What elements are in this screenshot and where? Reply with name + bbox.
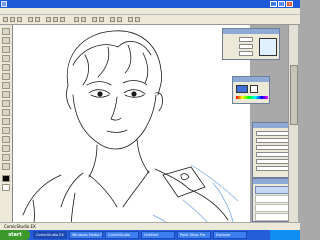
save-file-icon[interactable] [17, 17, 22, 22]
sub-color-swatch[interactable] [250, 85, 258, 93]
color-palette-titlebar[interactable] [233, 77, 269, 82]
select-tool-icon[interactable] [2, 28, 10, 35]
rotate-icon[interactable] [99, 17, 104, 22]
taskbar: start ComicStudio EX Windows Media Playe… [0, 230, 300, 240]
line-tool-icon[interactable] [2, 118, 10, 125]
taskbar-item[interactable]: Untitled [141, 231, 175, 239]
status-bar: ComicStudio EX [0, 222, 300, 230]
window-titlebar: _ □ × [0, 0, 300, 8]
pencil-tool-icon[interactable] [2, 73, 10, 80]
brush-tool-icon[interactable] [2, 91, 10, 98]
shape-tool-icon[interactable] [2, 127, 10, 134]
zoom-out-icon[interactable] [81, 17, 86, 22]
tool-palette [0, 25, 13, 230]
app-icon [1, 1, 7, 7]
zoom-tool-icon[interactable] [2, 55, 10, 62]
toolbar [0, 15, 300, 25]
brush-size-field[interactable] [239, 37, 253, 42]
hand-icon[interactable] [92, 17, 97, 22]
start-button[interactable]: start [0, 230, 30, 240]
vertical-scrollbar[interactable] [288, 25, 298, 230]
brush-size-palette [222, 28, 280, 60]
open-file-icon[interactable] [10, 17, 15, 22]
eraser-tool-icon[interactable] [2, 100, 10, 107]
ruler-icon[interactable] [117, 17, 122, 22]
system-tray-clock [270, 230, 300, 240]
eyedropper-tool-icon[interactable] [2, 163, 10, 170]
redo-icon[interactable] [35, 17, 40, 22]
scrollbar-thumb[interactable] [290, 65, 298, 125]
text-tool-icon[interactable] [2, 136, 10, 143]
color-palette [232, 76, 270, 104]
cut-icon[interactable] [46, 17, 51, 22]
layer-toggle-icon[interactable] [128, 17, 133, 22]
paste-icon[interactable] [60, 17, 65, 22]
marker-tool-icon[interactable] [2, 82, 10, 89]
brush-preview-swatch [259, 38, 277, 56]
minimize-icon: _ [272, 1, 275, 6]
new-file-icon[interactable] [3, 17, 8, 22]
menu-bar [0, 8, 300, 15]
status-text: ComicStudio EX [4, 224, 36, 229]
taskbar-item[interactable]: Explorer [213, 231, 247, 239]
pen-tool-icon[interactable] [2, 64, 10, 71]
tone-tool-icon[interactable] [2, 145, 10, 152]
minimize-button[interactable]: _ [270, 1, 277, 7]
brush-opacity-field[interactable] [239, 44, 253, 49]
line-art-illustration [22, 30, 239, 230]
grid-icon[interactable] [110, 17, 115, 22]
taskbar-item[interactable]: ComicStudio EX [33, 231, 67, 239]
foreground-color-swatch[interactable] [2, 175, 10, 182]
close-icon: × [287, 1, 292, 6]
background-color-swatch[interactable] [2, 184, 10, 191]
drawing-canvas[interactable] [13, 25, 250, 230]
hue-slider[interactable] [236, 96, 268, 99]
move-tool-icon[interactable] [2, 46, 10, 53]
copy-icon[interactable] [53, 17, 58, 22]
maximize-button[interactable]: □ [278, 1, 285, 7]
maximize-icon: □ [279, 1, 284, 6]
palette-titlebar[interactable] [223, 29, 279, 34]
taskbar-item[interactable]: Paint Shop Pro [177, 231, 211, 239]
undo-icon[interactable] [28, 17, 33, 22]
close-button[interactable]: × [286, 1, 293, 7]
gradient-tool-icon[interactable] [2, 154, 10, 161]
brush-density-field[interactable] [239, 51, 253, 56]
main-color-swatch[interactable] [236, 85, 248, 93]
zoom-in-icon[interactable] [74, 17, 79, 22]
taskbar-item[interactable]: Windows Media Player [69, 231, 103, 239]
lasso-tool-icon[interactable] [2, 37, 10, 44]
taskbar-item[interactable]: ComicStudio [105, 231, 139, 239]
navigator-icon[interactable] [135, 17, 140, 22]
fill-tool-icon[interactable] [2, 109, 10, 116]
